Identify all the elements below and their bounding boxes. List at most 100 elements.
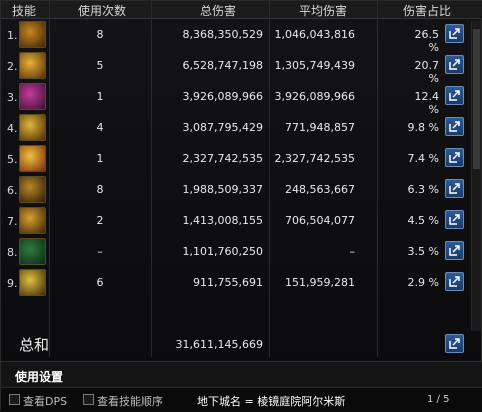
share-export-button[interactable] bbox=[445, 272, 464, 291]
avg-damage: 151,959,281 bbox=[285, 276, 355, 289]
share-export-icon bbox=[449, 28, 460, 39]
uses: – bbox=[97, 245, 103, 258]
share-export-icon bbox=[449, 152, 460, 163]
share-export-icon bbox=[449, 90, 460, 101]
uses: 8 bbox=[96, 28, 104, 41]
damage-share: 7.4 % bbox=[407, 152, 439, 165]
share-export-button[interactable] bbox=[445, 334, 464, 353]
damage-share: 4.5 % bbox=[407, 214, 439, 227]
view-order-checkbox[interactable] bbox=[83, 394, 94, 405]
avg-damage: 2,327,742,535 bbox=[274, 152, 355, 165]
total-damage: 1,413,008,155 bbox=[182, 214, 263, 227]
total-damage: 8,368,350,529 bbox=[182, 28, 263, 41]
total-damage: 3,087,795,429 bbox=[182, 121, 263, 134]
table-header: 技能 使用次数 总伤害 平均伤害 伤害占比 bbox=[1, 1, 482, 19]
damage-share: 2.9 % bbox=[407, 276, 439, 289]
uses: 4 bbox=[96, 121, 104, 134]
blade-burst-icon bbox=[19, 52, 46, 79]
summary-total-damage: 31,611,145,669 bbox=[175, 338, 263, 351]
avg-damage: 706,504,077 bbox=[285, 214, 355, 227]
avg-damage: 1,046,043,816 bbox=[274, 28, 355, 41]
table-row: 3. 1 3,926,089,966 3,926,089,966 12.4 % bbox=[1, 81, 482, 116]
avg-damage: – bbox=[349, 245, 356, 258]
skill-rows: 1. 8 8,368,350,529 1,046,043,816 26.5 % … bbox=[1, 19, 482, 298]
share-export-button[interactable] bbox=[445, 86, 464, 105]
table-row: 9. 6 911,755,691 151,959,281 2.9 % bbox=[1, 267, 482, 298]
total-damage: 911,755,691 bbox=[193, 276, 263, 289]
crescent-wave-icon bbox=[19, 114, 46, 141]
header-skill: 技能 bbox=[11, 4, 36, 18]
view-dps-label[interactable]: 查看DPS bbox=[23, 393, 67, 409]
table-row: 5. 1 2,327,742,535 2,327,742,535 7.4 % bbox=[1, 143, 482, 174]
dungeon-name: 地下城名 = 棱镜庭院阿尔米斯 bbox=[197, 395, 346, 408]
avg-damage: 248,563,667 bbox=[285, 183, 355, 196]
settings-bar: 使用设置 bbox=[1, 361, 482, 388]
share-export-icon bbox=[449, 338, 460, 349]
rank: 8. bbox=[7, 246, 18, 259]
header-total-damage: 总伤害 bbox=[199, 4, 236, 18]
page-indicator: 1 / 5 bbox=[427, 394, 450, 405]
table-row: 7. 2 1,413,008,155 706,504,077 4.5 % bbox=[1, 205, 482, 236]
swirl-slash-icon bbox=[19, 21, 46, 48]
lightning-slash-icon bbox=[19, 269, 46, 296]
summary-row: 总和 31,611,145,669 bbox=[1, 329, 482, 359]
damage-share: 3.5 % bbox=[407, 245, 439, 258]
fire-aura-icon bbox=[19, 83, 46, 110]
scrollbar-thumb[interactable] bbox=[473, 29, 480, 169]
share-export-button[interactable] bbox=[445, 241, 464, 260]
share-export-button[interactable] bbox=[445, 179, 464, 198]
uses: 6 bbox=[96, 276, 104, 289]
footer: 查看DPS 查看技能顺序 地下城名 = 棱镜庭院阿尔米斯 1 / 5 bbox=[1, 387, 482, 412]
rank: 6. bbox=[7, 184, 18, 197]
share-export-button[interactable] bbox=[445, 55, 464, 74]
share-export-button[interactable] bbox=[445, 117, 464, 136]
settings-label[interactable]: 使用设置 bbox=[15, 368, 63, 385]
star-burst-icon bbox=[19, 207, 46, 234]
table-row: 2. 5 6,528,747,198 1,305,749,439 20.7 % bbox=[1, 50, 482, 85]
share-export-icon bbox=[449, 183, 460, 194]
header-avg-damage: 平均伤害 bbox=[298, 4, 347, 18]
share-export-icon bbox=[449, 245, 460, 256]
damage-share: 9.8 % bbox=[407, 121, 439, 134]
rank: 7. bbox=[7, 215, 18, 228]
table-row: 1. 8 8,368,350,529 1,046,043,816 26.5 % bbox=[1, 19, 482, 54]
header-damage-share: 伤害占比 bbox=[402, 4, 451, 18]
summary-label: 总和 bbox=[19, 336, 50, 354]
share-export-button[interactable] bbox=[445, 24, 464, 43]
share-export-button[interactable] bbox=[445, 210, 464, 229]
rank: 2. bbox=[7, 60, 18, 73]
avg-damage: 1,305,749,439 bbox=[274, 59, 355, 72]
uses: 1 bbox=[96, 90, 104, 103]
avg-damage: 771,948,857 bbox=[285, 121, 355, 134]
rank: 9. bbox=[7, 277, 18, 290]
damage-share: 6.3 % bbox=[407, 183, 439, 196]
explosion-icon bbox=[19, 145, 46, 172]
share-export-icon bbox=[449, 59, 460, 70]
skill-damage-panel: 技能 使用次数 总伤害 平均伤害 伤害占比 1. 8 8,368,350,529… bbox=[0, 0, 482, 412]
share-export-icon bbox=[449, 121, 460, 132]
share-export-icon bbox=[449, 214, 460, 225]
share-export-icon bbox=[449, 276, 460, 287]
avg-damage: 3,926,089,966 bbox=[274, 90, 355, 103]
view-dps-checkbox[interactable] bbox=[9, 394, 20, 405]
total-damage: 1,101,760,250 bbox=[182, 245, 263, 258]
uses: 8 bbox=[96, 183, 104, 196]
table-row: 8. – 1,101,760,250 – 3.5 % bbox=[1, 236, 482, 267]
uses: 2 bbox=[96, 214, 104, 227]
total-damage: 2,327,742,535 bbox=[182, 152, 263, 165]
uses: 1 bbox=[96, 152, 104, 165]
rank: 4. bbox=[7, 122, 18, 135]
total-damage: 1,988,509,337 bbox=[182, 183, 263, 196]
total-damage: 6,528,747,198 bbox=[182, 59, 263, 72]
total-damage: 3,926,089,966 bbox=[182, 90, 263, 103]
dash-strike-icon bbox=[19, 176, 46, 203]
header-uses: 使用次数 bbox=[77, 4, 126, 18]
scrollbar[interactable] bbox=[471, 21, 481, 331]
uses: 5 bbox=[96, 59, 104, 72]
rank: 5. bbox=[7, 153, 18, 166]
green-rune-icon bbox=[19, 238, 46, 265]
rank: 3. bbox=[7, 91, 18, 104]
rank: 1. bbox=[7, 29, 18, 42]
share-export-button[interactable] bbox=[445, 148, 464, 167]
view-order-label[interactable]: 查看技能顺序 bbox=[97, 393, 163, 409]
